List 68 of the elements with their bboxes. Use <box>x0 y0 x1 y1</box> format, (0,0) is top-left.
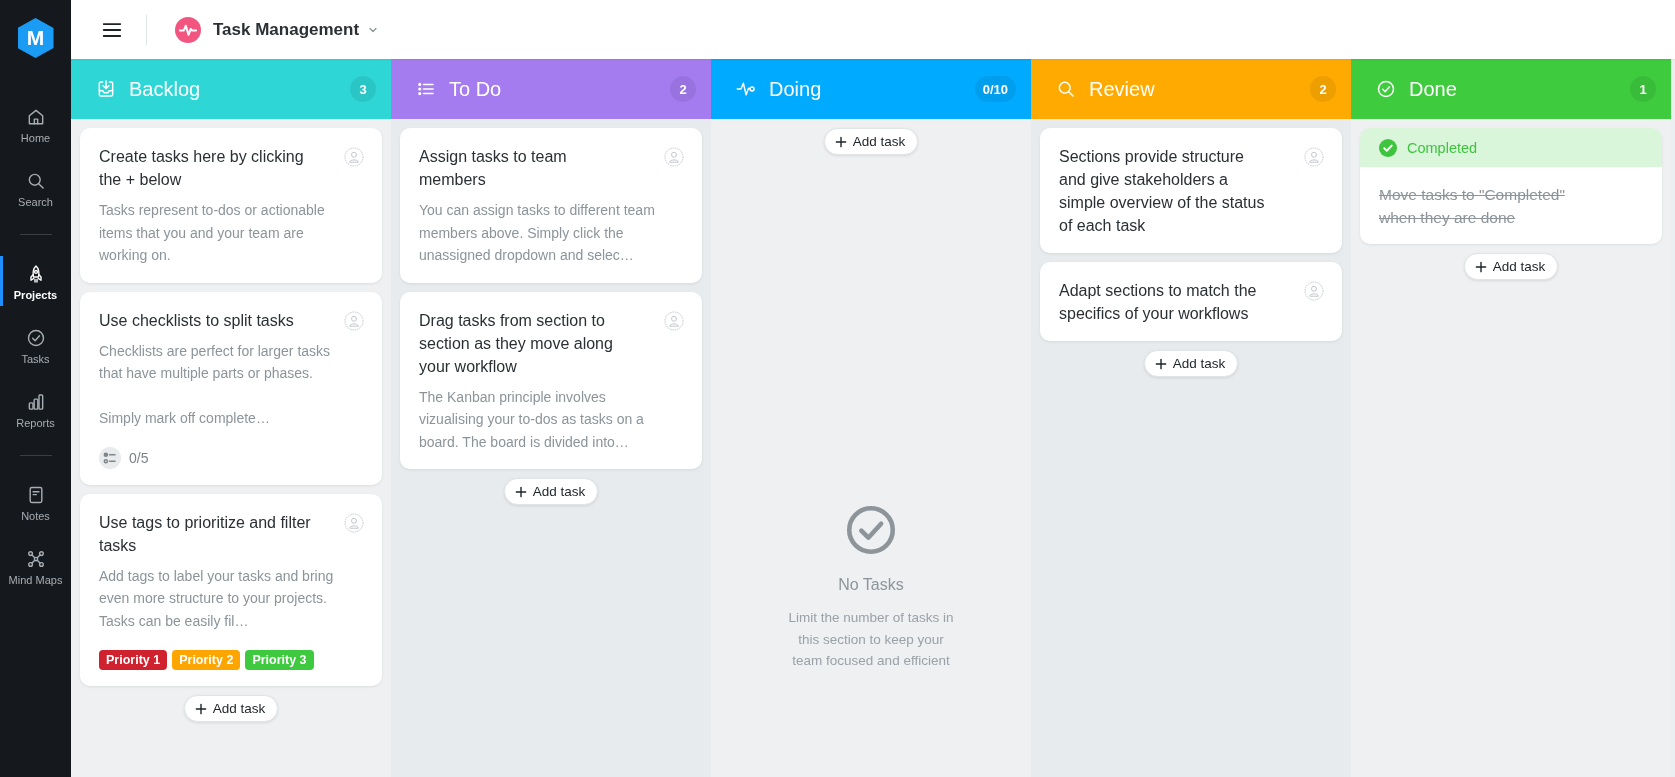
column-title: Done <box>1409 77 1458 101</box>
nav-item[interactable]: Reports <box>0 384 71 434</box>
project-title[interactable]: Task Management <box>213 19 360 40</box>
user-icon[interactable] <box>344 147 364 167</box>
task-count: 0/10 <box>974 76 1016 102</box>
plus-icon <box>1473 259 1488 274</box>
check-circle-icon <box>25 328 46 348</box>
task-card[interactable]: Use checklists to split tasks Checklists are perfect for larger tasks that have multiple parts or phases. Simply mark off complete… 0/5 <box>80 291 382 485</box>
column-title: Backlog <box>129 77 202 101</box>
task-title: Create tasks here by clicking the + below <box>99 147 305 190</box>
task-card[interactable]: Assign tasks to team members You can assign tasks to different team members above. Simply click the unassigned dropdown and selec… <box>400 128 702 283</box>
task-title: Use checklists to split tasks <box>99 310 294 331</box>
plus-icon <box>513 484 528 499</box>
add-task-button[interactable]: Add task <box>1143 350 1239 377</box>
task-card[interactable]: Adapt sections to match the specifics of your workflows <box>1040 262 1342 341</box>
task-title: Assign tasks to team members <box>419 147 568 190</box>
task-description: The Kanban principle involves vizualising your to-dos as tasks on a board. The board is divided into… <box>419 387 645 452</box>
task-description: Add tags to label your tasks and bring even more structure to your projects. Tasks can be easily fil… <box>99 566 335 631</box>
task-title: Adapt sections to match the specifics of your workflows <box>1059 281 1258 324</box>
nav-item[interactable]: Projects <box>0 256 71 306</box>
add-task-button[interactable]: Add task <box>823 128 919 155</box>
plus-icon <box>193 701 208 716</box>
plus-icon <box>833 134 848 149</box>
task-title: Use tags to prioritize and filter tasks <box>99 512 312 556</box>
checklist-icon <box>99 446 121 469</box>
priority-tag[interactable]: Priority 1 <box>99 650 168 670</box>
user-icon[interactable] <box>664 147 684 167</box>
nav-item[interactable]: Home <box>0 99 71 149</box>
column-title: Review <box>1089 77 1156 101</box>
network-icon <box>25 549 46 569</box>
task-card[interactable]: Sections provide structure and give stakeholders a simple overview of the status of each task <box>1040 128 1342 253</box>
column-title: Doing <box>769 77 823 101</box>
task-title: Move tasks to "Completed" when they are done <box>1379 185 1566 228</box>
nav-item[interactable]: Tasks <box>0 320 71 370</box>
add-task-button[interactable]: Add task <box>183 695 279 722</box>
empty-state-title: No Tasks <box>838 575 904 595</box>
inbox-icon <box>96 79 116 99</box>
empty-state-text: Limit the number of tasks in this section to keep your team focused and efficient <box>787 609 955 670</box>
column-title: To Do <box>449 77 503 101</box>
task-card[interactable]: Create tasks here by clicking the + below Tasks represent to-dos or actionable items that you and your team are working on. <box>80 128 382 283</box>
user-icon[interactable] <box>664 310 684 331</box>
task-card[interactable]: Drag tasks from section to section as they move along your workflow The Kanban principle involves vizualising your to-dos as tasks on a board. The board is divided into… <box>400 291 702 469</box>
nav-item[interactable]: Notes <box>0 477 71 527</box>
task-description: You can assign tasks to different team members above. Simply click the unassigned dropdown and selec… <box>419 201 656 265</box>
task-count: 3 <box>350 76 376 102</box>
add-task-button[interactable]: Add task <box>503 478 599 505</box>
task-count: 1 <box>1630 76 1656 102</box>
add-task-button[interactable]: Add task <box>1463 253 1559 280</box>
pulse-icon <box>175 16 201 43</box>
check-circle-icon <box>1376 79 1396 99</box>
task-description: Tasks represent to-dos or actionable items that you and your team are working on. <box>99 201 326 265</box>
nav-item[interactable]: Search <box>0 163 71 213</box>
user-icon[interactable] <box>1304 281 1324 301</box>
search-icon <box>1056 79 1076 99</box>
user-icon[interactable] <box>344 310 364 331</box>
plus-icon <box>1153 356 1168 371</box>
task-title: Sections provide structure and give stakeholders a simple overview of the status of each task <box>1059 147 1266 236</box>
user-icon[interactable] <box>1304 147 1324 167</box>
task-title: Drag tasks from section to section as they move along your workflow <box>419 310 614 377</box>
checklist-count: 0/5 <box>129 449 149 466</box>
task-description: Checklists are perfect for larger tasks that have multiple parts or phases. Simply mark off complete… <box>99 341 332 428</box>
nav-item[interactable]: Mind Maps <box>0 541 71 591</box>
task-count: 2 <box>670 76 696 102</box>
task-count: 2 <box>1310 76 1336 102</box>
check-circle-icon <box>1379 138 1397 157</box>
task-card[interactable]: Use tags to prioritize and filter tasks Add tags to label your tasks and bring even more structure to your projects. Tasks can be easily fil… Priority 1 Priority 2 Priority 3 <box>80 493 382 686</box>
completed-label: Completed <box>1407 139 1478 156</box>
user-icon[interactable] <box>344 512 364 533</box>
